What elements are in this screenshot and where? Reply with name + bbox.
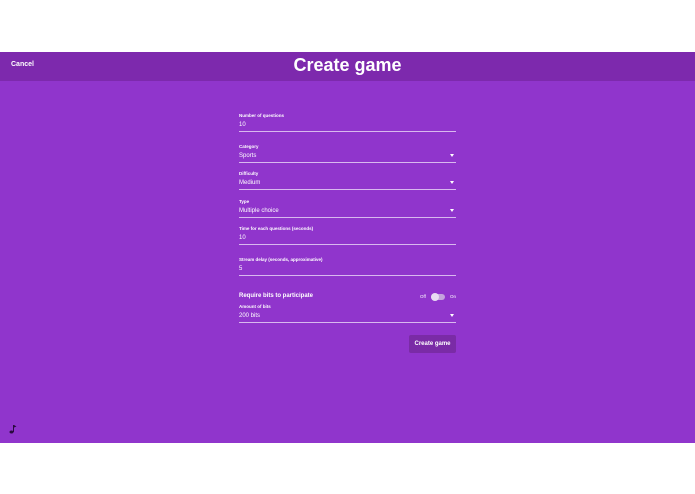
require-bits-row: Require bits to participate Off On: [239, 292, 456, 302]
chevron-down-icon[interactable]: [450, 181, 454, 184]
create-game-button[interactable]: Create game: [409, 335, 456, 353]
header-bar: Cancel Create game: [0, 52, 695, 81]
bits-value: 200 bits: [239, 313, 261, 319]
questions-input[interactable]: 10: [239, 122, 246, 128]
category-underline: [239, 162, 456, 163]
category-label: Category: [239, 144, 259, 149]
difficulty-value: Medium: [239, 180, 261, 186]
toggle-on-label: On: [450, 294, 457, 299]
delay-label: Stream delay (seconds, approximative): [239, 257, 323, 262]
toggle-off-label: Off: [420, 294, 426, 299]
chevron-down-icon[interactable]: [450, 314, 454, 317]
bits-underline: [239, 322, 456, 323]
app-window: Cancel Create game Number of questions 1…: [0, 52, 695, 443]
category-value: Sports: [239, 153, 257, 159]
music-note-icon[interactable]: [9, 424, 17, 434]
chevron-down-icon[interactable]: [450, 154, 454, 157]
delay-underline: [239, 275, 456, 276]
page-title: Create game: [293, 55, 402, 75]
type-value: Multiple choice: [239, 208, 279, 214]
difficulty-label: Difficulty: [239, 171, 259, 176]
questions-underline: [239, 131, 456, 132]
require-bits-toggle[interactable]: [431, 293, 445, 301]
require-bits-label: Require bits to participate: [239, 293, 314, 299]
bits-label: Amount of bits: [239, 304, 271, 309]
questions-label: Number of questions: [239, 113, 285, 118]
chevron-down-icon[interactable]: [450, 209, 454, 212]
type-label: Type: [239, 199, 250, 204]
delay-input[interactable]: 5: [239, 266, 242, 272]
toggle-knob: [431, 293, 439, 301]
time-label: Time for each questions (seconds): [239, 226, 314, 231]
type-underline: [239, 217, 456, 218]
difficulty-underline: [239, 189, 456, 190]
time-input[interactable]: 10: [239, 235, 246, 241]
time-underline: [239, 244, 456, 245]
